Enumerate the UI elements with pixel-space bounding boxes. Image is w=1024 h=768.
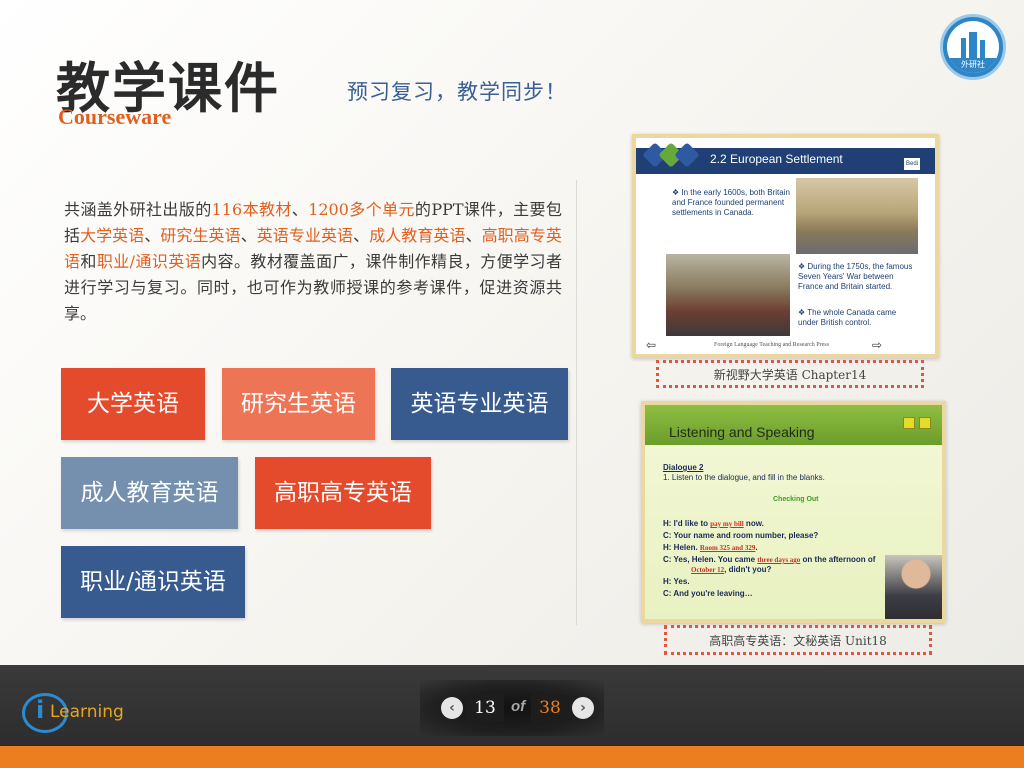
divider: [576, 180, 577, 625]
category-button-vocational-college[interactable]: 高职高专英语: [255, 457, 431, 529]
desc-highlight: 研究生英语: [160, 226, 241, 245]
page-of-label: of: [511, 698, 526, 715]
logo-text: 外研社: [947, 58, 999, 73]
dialogue-blank: October 12: [691, 566, 725, 574]
desc-text: 和: [80, 252, 97, 271]
orange-strip: [0, 746, 1024, 768]
dialogue-blank: pay my bill: [710, 520, 744, 528]
next-slide-icon: [919, 417, 931, 429]
preview-thumbnail-vocational[interactable]: Listening and Speaking Dialogue 2 1. Lis…: [641, 401, 946, 623]
tagline: 预习复习，教学同步！: [347, 80, 567, 104]
desc-text: 、: [291, 200, 309, 219]
desc-highlight: 职业/通识英语: [96, 252, 202, 271]
ships-painting: [796, 178, 918, 254]
category-label: 成人教育英语: [80, 480, 219, 506]
category-label: 大学英语: [87, 391, 179, 417]
preview-bullet: ❖ In the early 1600s, both Britain and F…: [672, 188, 790, 217]
description: 共涵盖外研社出版的116本教材、1200多个单元的PPT课件，主要包括大学英语、…: [64, 197, 562, 327]
slide: 教学课件 Courseware 预习复习，教学同步！ 外研社 共涵盖外研社出版的…: [0, 0, 1024, 665]
dialogue-text: C: Yes, Helen. You came: [663, 555, 758, 564]
preview-footer: ⇦ Foreign Language Teaching and Research…: [636, 336, 935, 354]
desc-highlight: 1200多个单元: [308, 200, 415, 219]
dialogue-line: H: Yes.: [663, 577, 690, 586]
logo-text: Learning: [50, 702, 124, 722]
building-icon: [961, 32, 985, 58]
arrow-right-icon: ⇨: [872, 338, 883, 352]
dialogue-text: , didn't you?: [724, 565, 772, 574]
preview-caption: 高职高专英语：文秘英语 Unit18: [664, 625, 932, 655]
dialogue-text: now.: [743, 519, 764, 528]
dialogue-line: October 12, didn't you?: [691, 565, 771, 574]
publisher-logo: 外研社: [940, 14, 1006, 80]
category-label: 高职高专英语: [274, 480, 412, 506]
current-page: 13: [466, 694, 504, 722]
dialogue-text: .: [755, 543, 758, 552]
chevron-right-icon[interactable]: ›: [572, 697, 594, 719]
preview-bullet: ❖ The whole Canada came under British co…: [798, 308, 897, 327]
desc-text: 、: [144, 226, 161, 245]
category-label: 研究生英语: [241, 391, 356, 417]
dialogue-heading: Dialogue 2: [663, 463, 704, 472]
preview-slide-title: 2.2 European Settlement: [710, 152, 843, 166]
category-button-college-english[interactable]: 大学英语: [61, 368, 205, 440]
preview-bullet: ❖ During the 1750s, the famous Seven Yea…: [798, 262, 913, 291]
dialogue-instruction: 1. Listen to the dialogue, and fill in t…: [663, 473, 825, 482]
logo-building-icon: 外研社: [947, 21, 999, 73]
category-label: 英语专业英语: [410, 391, 549, 417]
dialogue-blank: three days ago: [757, 556, 801, 564]
page-subtitle: Courseware: [58, 104, 172, 129]
desc-text: 、: [240, 226, 257, 245]
category-button-graduate-english[interactable]: 研究生英语: [222, 368, 375, 440]
dialogue-line: C: And you're leaving…: [663, 589, 753, 598]
dialogue-line: H: Helen. Room 325 and 329.: [663, 543, 758, 552]
category-button-vocational-general[interactable]: 职业/通识英语: [61, 546, 245, 618]
total-pages: 38: [531, 694, 569, 722]
dialogue-line: C: Your name and room number, please?: [663, 531, 819, 540]
businessman-photo: [885, 555, 942, 619]
chevron-left-icon[interactable]: ‹: [441, 697, 463, 719]
ilearning-logo[interactable]: i Learning: [22, 693, 124, 733]
desc-text: 共涵盖外研社出版的: [64, 200, 212, 219]
corner-badge: Bedi: [904, 158, 921, 170]
arrow-left-icon: ⇦: [646, 338, 657, 352]
dialogue-text: on the afternoon of: [800, 555, 876, 564]
battle-painting: [666, 254, 790, 336]
desc-text: 、: [353, 226, 370, 245]
desc-text: 、: [465, 226, 482, 245]
preview-slide-title: Listening and Speaking: [669, 424, 815, 440]
logo-i: i: [36, 696, 45, 724]
desc-highlight: 英语专业英语: [256, 226, 354, 245]
dialogue-line: C: Yes, Helen. You came three days ago o…: [663, 555, 875, 564]
dialogue-subtitle: Checking Out: [773, 496, 819, 503]
category-button-english-major[interactable]: 英语专业英语: [391, 368, 568, 440]
preview-caption: 新视野大学英语 Chapter14: [656, 360, 924, 388]
preview-thumbnail-college-english[interactable]: 2.2 European Settlement Bedi ❖ In the ea…: [632, 134, 939, 358]
desc-highlight: 大学英语: [80, 226, 145, 245]
dialogue-line: H: I'd like to pay my bill now.: [663, 519, 764, 528]
preview-footer-text: Foreign Language Teaching and Research P…: [714, 342, 829, 348]
dialogue-text: H: I'd like to: [663, 519, 711, 528]
dialogue-blank: Room 325 and 329: [699, 544, 756, 552]
prev-slide-icon: [903, 417, 915, 429]
desc-highlight: 成人教育英语: [369, 226, 466, 245]
category-button-adult-education[interactable]: 成人教育英语: [61, 457, 238, 529]
dialogue-text: H: Helen.: [663, 543, 700, 552]
desc-highlight: 116本教材: [211, 200, 292, 219]
category-label: 职业/通识英语: [80, 569, 226, 595]
